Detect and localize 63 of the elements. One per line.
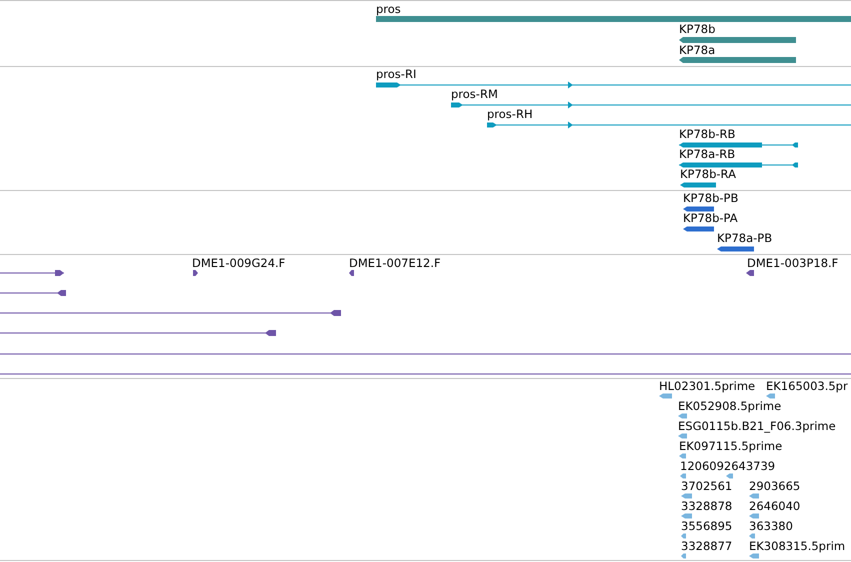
est-glyph[interactable] [679, 452, 686, 460]
est-glyph[interactable] [681, 532, 686, 540]
feature-label: KP78a-RB [679, 147, 736, 161]
feature-label: DME1-003P18.F [747, 256, 838, 270]
est-glyph[interactable] [681, 492, 692, 500]
gene-bar[interactable] [376, 15, 851, 23]
feature-label: 363380 [749, 519, 793, 533]
feature-label: KP78b [679, 22, 716, 36]
feature-label: 3328878 [681, 499, 732, 513]
clone-glyph[interactable] [746, 268, 754, 276]
clone-glyph[interactable] [193, 268, 198, 276]
gene-bar[interactable] [679, 56, 796, 64]
feature-label: pros-RM [451, 87, 498, 101]
protein-bar[interactable] [717, 244, 754, 252]
feature-label: EK308315.5prim [749, 539, 846, 553]
feature-label: KP78b-PA [683, 211, 738, 225]
est-glyph[interactable] [659, 392, 672, 400]
transcript-glyph[interactable] [487, 120, 851, 128]
feature-label: HL02301.5prime [659, 379, 756, 393]
feature-label: pros-RH [487, 107, 533, 121]
feature-label: KP78a-PB [717, 231, 772, 245]
clone-glyph[interactable] [0, 289, 66, 297]
transcript-glyph[interactable] [680, 180, 716, 188]
est-glyph[interactable] [681, 552, 686, 560]
est-glyph[interactable] [749, 552, 759, 560]
feature-label: EK052908.5prime [678, 399, 782, 413]
transcript-glyph[interactable] [451, 100, 851, 108]
feature-label: ESG0115b.B21_F06.3prime [678, 419, 836, 433]
protein-bar[interactable] [683, 224, 714, 232]
feature-label: KP78b-RA [680, 167, 736, 181]
est-glyph[interactable] [678, 432, 687, 440]
feature-label: pros-RI [376, 67, 416, 81]
est-glyph[interactable] [678, 412, 687, 420]
feature-label: 2646040 [749, 499, 800, 513]
feature-label: KP78b-RB [679, 127, 736, 141]
feature-label: 2903665 [749, 479, 800, 493]
feature-label: 3556895 [681, 519, 732, 533]
transcript-glyph[interactable] [679, 140, 798, 148]
est-glyph[interactable] [749, 532, 755, 540]
feature-label: DME1-009G24.F [192, 256, 286, 270]
feature-label: DME1-007E12.F [349, 256, 441, 270]
est-glyph[interactable] [766, 392, 775, 400]
clone-glyph[interactable] [0, 309, 341, 317]
transcript-glyph[interactable] [679, 160, 798, 168]
feature-label: pros [376, 2, 401, 16]
est-glyph[interactable] [749, 492, 759, 500]
protein-bar[interactable] [683, 204, 714, 212]
feature-label: 1206092643739 [680, 459, 776, 473]
clone-glyph[interactable] [0, 268, 64, 276]
feature-label: EK097115.5prime [679, 439, 782, 453]
gene-bar[interactable] [679, 36, 796, 44]
est-glyph[interactable] [680, 472, 686, 480]
feature-label: KP78a [679, 43, 716, 57]
feature-label: KP78b-PB [683, 191, 738, 205]
est-glyph[interactable] [681, 512, 692, 520]
clone-glyph[interactable] [349, 268, 354, 276]
clone-glyph[interactable] [0, 329, 276, 337]
feature-label: EK165003.5pr [766, 379, 848, 393]
est-glyph[interactable] [726, 472, 733, 480]
feature-label: 3702561 [681, 479, 732, 493]
est-glyph[interactable] [749, 512, 759, 520]
transcript-glyph[interactable] [376, 80, 851, 88]
feature-label: 3328877 [681, 539, 732, 553]
